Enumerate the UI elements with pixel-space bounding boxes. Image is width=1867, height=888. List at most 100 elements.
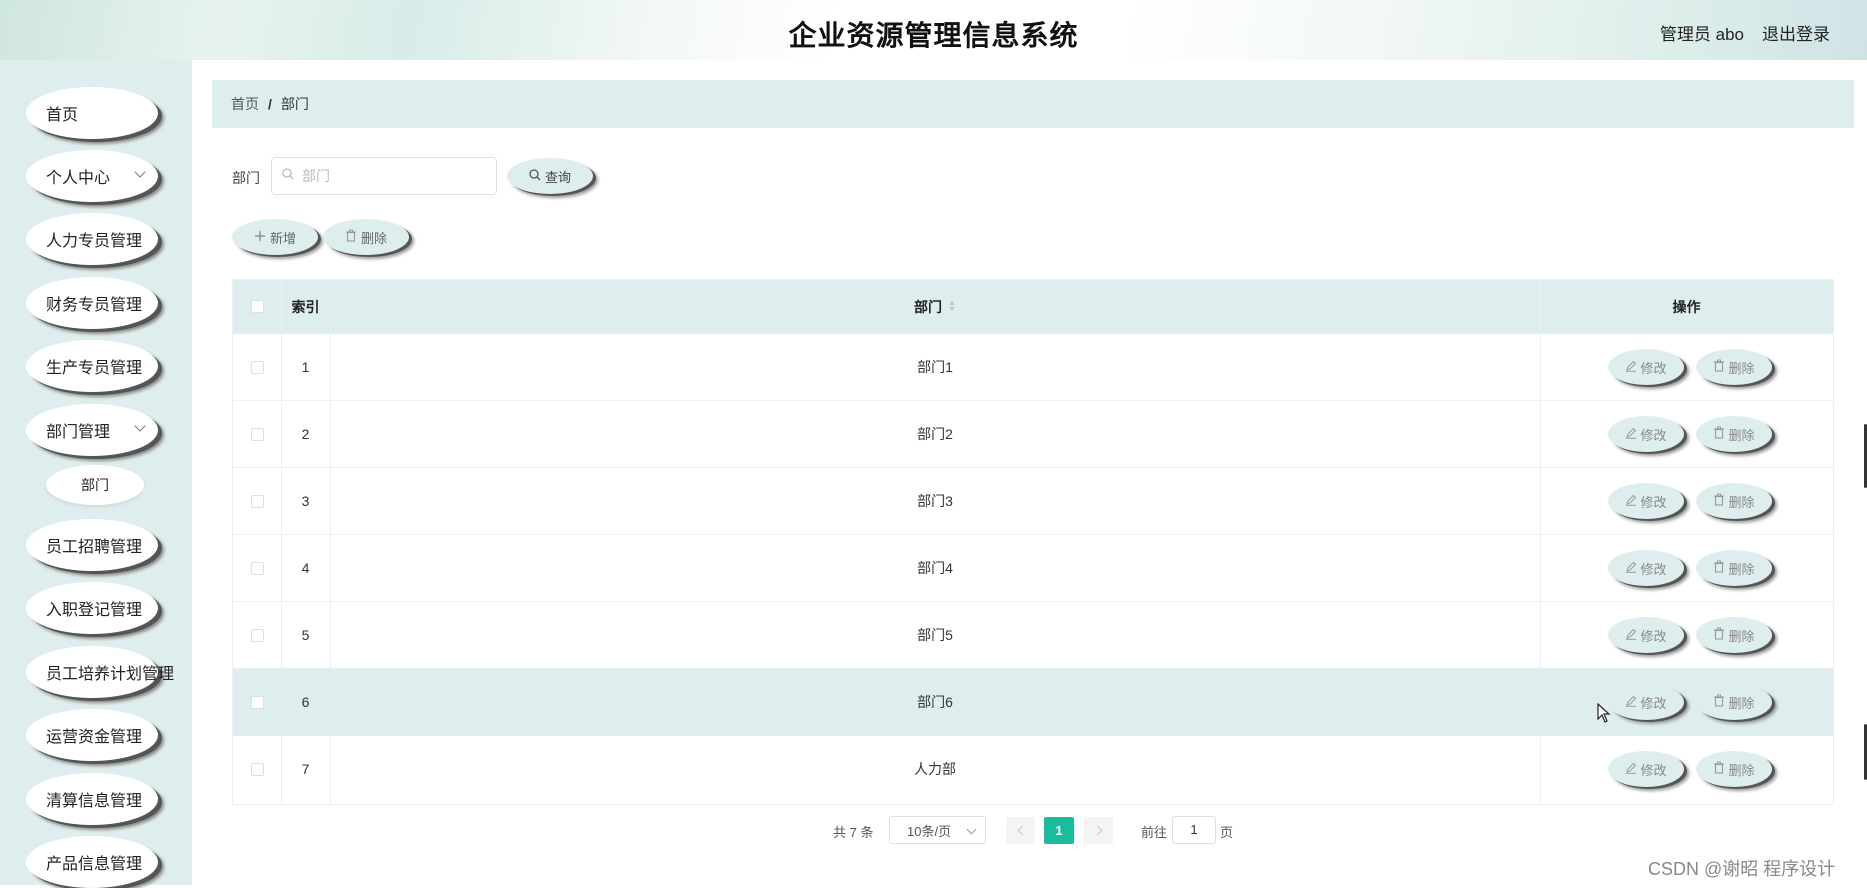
goto-page-input[interactable]: 1 xyxy=(1172,816,1216,844)
sidebar-item[interactable]: 人力专员管理 xyxy=(26,213,158,265)
row-index: 2 xyxy=(301,426,310,442)
table-row: 6 部门6 修改 删除 xyxy=(233,668,1833,735)
row-select-cell xyxy=(233,535,281,601)
select-all-checkbox[interactable] xyxy=(250,300,264,313)
sidebar-item-label: 首页 xyxy=(46,107,79,124)
chevron-left-icon xyxy=(1017,825,1027,836)
delete-button[interactable]: 删除 xyxy=(1696,751,1772,787)
search-button[interactable]: 查询 xyxy=(507,158,593,194)
search-input[interactable] xyxy=(300,167,484,185)
sidebar-item-label: 部门管理 xyxy=(46,424,111,441)
data-table: 索引 部门 操作 1 部门1 修改 删除 2 部门2 修改 删除 3 部门3 修改 删除 4 部门4 修改删… xyxy=(232,279,1834,805)
delete-button-label: 删除 xyxy=(1728,628,1755,644)
row-department: 部门3 xyxy=(917,493,953,509)
delete-button[interactable]: 删除 xyxy=(1696,349,1772,385)
trash-icon xyxy=(1713,627,1728,643)
delete-button[interactable]: 删除 xyxy=(1696,416,1772,452)
row-select-cell xyxy=(233,334,281,400)
sidebar: 首页个人中心人力专员管理 财务专员管理生产专员管理 部门管理员工招聘管理 入职登记管理… xyxy=(0,60,192,888)
table-row: 5 部门5 修改 删除 xyxy=(233,601,1833,668)
page-unit-label: 页 xyxy=(1220,825,1234,840)
row-checkbox[interactable] xyxy=(250,695,264,709)
page-size-select[interactable]: 10条/页 xyxy=(889,816,986,844)
breadcrumb-separator: / xyxy=(268,96,272,112)
sidebar-item[interactable]: 首页 xyxy=(26,87,158,139)
sidebar-item[interactable]: 员工招聘管理 xyxy=(26,519,158,571)
edit-button[interactable]: 修改 xyxy=(1608,751,1684,787)
sidebar-item-label: 生产专员管理 xyxy=(46,360,143,377)
edit-button-label: 修改 xyxy=(1640,494,1667,510)
row-department: 部门5 xyxy=(917,627,953,643)
delete-button[interactable]: 删除 xyxy=(1696,550,1772,586)
app-header: 企业资源管理信息系统 管理员 abo 退出登录 xyxy=(0,0,1867,60)
row-department: 部门4 xyxy=(917,560,953,576)
row-department: 部门1 xyxy=(917,359,953,375)
edit-button[interactable]: 修改 xyxy=(1608,550,1684,586)
column-header-index: 索引 xyxy=(291,298,320,315)
edit-button[interactable]: 修改 xyxy=(1608,349,1684,385)
delete-button[interactable]: 删除 xyxy=(1696,483,1772,519)
chevron-down-icon xyxy=(134,166,146,178)
logout-link[interactable]: 退出登录 xyxy=(1762,20,1830,45)
table-row: 2 部门2 修改 删除 xyxy=(233,400,1833,467)
batch-delete-button[interactable]: 删除 xyxy=(323,219,409,255)
search-label: 部门 xyxy=(232,170,260,186)
sidebar-item[interactable]: 生产专员管理 xyxy=(26,340,158,392)
add-button-label: 新增 xyxy=(269,230,296,246)
plus-icon xyxy=(254,230,270,245)
search-field[interactable] xyxy=(271,157,497,195)
row-checkbox[interactable] xyxy=(250,427,264,441)
delete-button-label: 删除 xyxy=(1728,762,1755,778)
sidebar-item-label: 员工招聘管理 xyxy=(46,539,143,556)
add-button[interactable]: 新增 xyxy=(232,219,318,255)
row-department: 人力部 xyxy=(914,761,956,777)
row-checkbox[interactable] xyxy=(250,628,264,642)
row-checkbox[interactable] xyxy=(250,561,264,575)
sidebar-item-label: 产品信息管理 xyxy=(46,856,143,873)
edit-button[interactable]: 修改 xyxy=(1608,684,1684,720)
trash-icon xyxy=(1713,426,1728,442)
row-department: 部门2 xyxy=(917,426,953,442)
row-index: 7 xyxy=(301,761,310,777)
prev-page-button[interactable] xyxy=(1006,817,1035,844)
sidebar-item[interactable]: 清算信息管理 xyxy=(26,773,158,825)
column-header-department[interactable]: 部门 xyxy=(330,280,1540,333)
breadcrumb-home[interactable]: 首页 xyxy=(231,94,259,114)
row-select-cell xyxy=(233,468,281,534)
row-checkbox[interactable] xyxy=(250,494,264,508)
row-checkbox[interactable] xyxy=(250,762,264,776)
sidebar-item[interactable]: 入职登记管理 xyxy=(26,582,158,634)
sidebar-item[interactable]: 部门管理 xyxy=(26,404,158,456)
edit-icon xyxy=(1625,628,1640,643)
mouse-cursor-icon xyxy=(1597,702,1611,728)
edit-button[interactable]: 修改 xyxy=(1608,617,1684,653)
sidebar-item[interactable]: 运营资金管理 xyxy=(26,709,158,761)
breadcrumb-current: 部门 xyxy=(280,96,309,112)
sidebar-item[interactable]: 个人中心 xyxy=(26,150,158,202)
trash-icon xyxy=(1713,694,1728,710)
delete-button[interactable]: 删除 xyxy=(1696,617,1772,653)
edit-button[interactable]: 修改 xyxy=(1608,416,1684,452)
row-index: 3 xyxy=(301,493,310,509)
sidebar-item[interactable]: 产品信息管理 xyxy=(26,836,158,888)
column-header-operation: 操作 xyxy=(1672,298,1701,315)
search-icon xyxy=(282,167,294,185)
row-checkbox[interactable] xyxy=(250,360,264,374)
page-number-current[interactable]: 1 xyxy=(1044,817,1074,844)
edit-icon xyxy=(1625,360,1640,375)
trash-icon xyxy=(1713,493,1728,509)
sidebar-subitem-department[interactable]: 部门 xyxy=(46,465,144,505)
edit-button[interactable]: 修改 xyxy=(1608,483,1684,519)
column-header-department-label: 部门 xyxy=(914,298,942,315)
sidebar-item-label: 运营资金管理 xyxy=(46,729,143,746)
sidebar-item-label: 入职登记管理 xyxy=(46,602,143,619)
delete-button[interactable]: 删除 xyxy=(1696,684,1772,720)
sidebar-item[interactable]: 员工培养计划管理 xyxy=(26,646,174,698)
sort-icon[interactable] xyxy=(948,299,956,315)
select-all-cell xyxy=(233,280,281,333)
sidebar-item[interactable]: 财务专员管理 xyxy=(26,277,158,329)
next-page-button[interactable] xyxy=(1084,817,1113,844)
row-select-cell xyxy=(233,401,281,467)
delete-button-label: 删除 xyxy=(1728,695,1755,711)
table-row: 7 人力部 修改 删除 xyxy=(233,735,1833,802)
